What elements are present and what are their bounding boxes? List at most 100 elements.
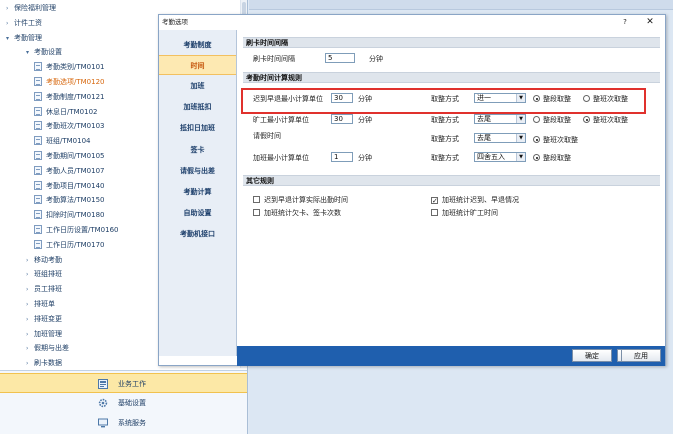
module-switcher: 业务工作 基础设置 系统服务 (0, 370, 247, 434)
help-icon[interactable]: ? (619, 15, 631, 30)
tree-item-label: 工作日历设置/TM0160 (46, 226, 119, 234)
tree-item[interactable]: 工作日历/TM0170 (34, 238, 105, 252)
radio-selected-icon (583, 116, 590, 123)
chevron-down-icon: ▼ (516, 134, 525, 142)
tree-item[interactable]: › 员工排班 (26, 282, 62, 296)
tree-item[interactable]: › 排班变更 (26, 312, 62, 326)
apply-button[interactable]: 应用 (621, 349, 661, 362)
tree-item[interactable]: › 移动考勤 (26, 253, 62, 267)
ok-button[interactable]: 确定 (572, 349, 612, 362)
tree-item[interactable]: 考勤项目/TM0140 (34, 179, 105, 193)
options-content: 刷卡时间间隔 刷卡时间间隔 5 分钟 考勤时间计算规则 迟到早退最小计算单位 3… (243, 37, 661, 337)
chk-late-actual-time[interactable]: 迟到早退计算实际出勤时间 (253, 195, 348, 205)
tree-item[interactable]: 班组/TM0104 (34, 134, 91, 148)
checkbox-label: 加班统计旷工时间 (442, 209, 498, 217)
absence-opt-segment[interactable]: 整段取整 (533, 115, 571, 125)
checkbox-icon (431, 209, 438, 216)
chevron-right-icon[interactable]: › (26, 328, 34, 342)
tree-item[interactable]: 扣除时间/TM0180 (34, 208, 105, 222)
gear-icon (98, 398, 108, 408)
chevron-down-icon[interactable]: ▾ (26, 46, 34, 60)
tree-item-label: 刷卡数据 (34, 359, 62, 368)
menu-attendance-policy[interactable]: 考勤制度 (159, 35, 236, 55)
chevron-down-icon: ▼ (516, 153, 525, 161)
chevron-right-icon[interactable]: › (26, 342, 34, 356)
attendance-options-dialog: 考勤选项 ? ✕ 考勤制度 时间 加班 加班抵扣 抵扣日加班 签卡 请假与出差 … (158, 14, 666, 366)
document-icon (34, 62, 42, 72)
tree-item[interactable]: 考勤类别/TM0101 (34, 60, 105, 74)
tree-item-label: 考勤算法/TM0150 (46, 196, 105, 205)
menu-device-interface[interactable]: 考勤机接口 (159, 224, 236, 244)
chevron-right-icon[interactable]: › (6, 2, 14, 16)
tree-item[interactable]: 考勤制度/TM0121 (34, 90, 105, 104)
annotation-highlight-box (241, 88, 646, 114)
menu-offset-day-overtime[interactable]: 抵扣日加班 (159, 118, 236, 138)
close-icon[interactable]: ✕ (643, 15, 657, 30)
tree-item-label: 员工排班 (34, 285, 62, 294)
tree-item[interactable]: 考勤算法/TM0150 (34, 193, 105, 207)
tree-item[interactable]: ▾ 考勤设置 (26, 45, 62, 59)
menu-overtime-offset[interactable]: 加班抵扣 (159, 97, 236, 117)
menu-sign-card[interactable]: 签卡 (159, 140, 236, 160)
absence-round-select[interactable]: 去尾 ▼ (474, 114, 526, 124)
chevron-right-icon[interactable]: › (26, 298, 34, 312)
tree-item[interactable]: 休息日/TM0102 (34, 105, 98, 119)
chevron-right-icon[interactable]: › (26, 268, 34, 282)
tree-item-label: 假期与出差 (34, 344, 69, 353)
document-icon (34, 195, 42, 205)
tree-item[interactable]: 考勤人员/TM0107 (34, 164, 105, 178)
chk-overtime-absence[interactable]: 加班统计旷工时间 (431, 208, 498, 218)
checkbox-icon (253, 196, 260, 203)
chevron-down-icon[interactable]: ▾ (6, 32, 14, 46)
module-basic-settings[interactable]: 基础设置 (0, 393, 247, 413)
document-icon (34, 77, 42, 86)
document-icon (34, 239, 42, 249)
tree-item-label: 工作日历/TM0170 (46, 240, 105, 249)
module-label: 业务工作 (118, 380, 146, 388)
tree-item[interactable]: › 排班单 (26, 297, 55, 311)
chk-overtime-signcard[interactable]: 加班统计欠卡、签卡次数 (253, 208, 341, 218)
leave-opt-shift[interactable]: 整班次取整 (533, 135, 578, 145)
leave-round-select[interactable]: 去尾 ▼ (474, 133, 526, 143)
module-system-service[interactable]: 系统服务 (0, 413, 247, 433)
chevron-right-icon[interactable]: › (26, 254, 34, 268)
menu-time[interactable]: 时间 (159, 55, 236, 75)
overtime-opt-segment[interactable]: 整段取整 (533, 153, 571, 163)
tree-item[interactable]: › 刷卡数据 (26, 356, 62, 368)
tree-item-label: 考勤人员/TM0107 (46, 166, 105, 175)
overtime-input[interactable]: 1 (331, 152, 353, 162)
module-label: 系统服务 (118, 419, 146, 427)
tree-item-label: 考勤类别/TM0101 (46, 63, 105, 72)
tree-item[interactable]: 工作日历设置/TM0160 (34, 223, 119, 237)
workspace-tabbar (249, 0, 673, 10)
document-icon (34, 165, 42, 175)
absence-unit: 分钟 (358, 116, 372, 124)
chevron-right-icon[interactable]: › (6, 17, 14, 31)
card-interval-input[interactable]: 5 (325, 53, 355, 63)
overtime-round-select[interactable]: 四舍五入 ▼ (474, 152, 526, 162)
chevron-right-icon[interactable]: › (26, 283, 34, 297)
absence-input[interactable]: 30 (331, 114, 353, 124)
tree-item[interactable]: › 班组排班 (26, 267, 62, 281)
tree-item[interactable]: › 加班管理 (26, 327, 62, 341)
tree-item[interactable]: ▾ 考勤管理 (6, 31, 42, 45)
chevron-right-icon[interactable]: › (26, 313, 34, 327)
tree-item-label: 考勤期间/TM0105 (46, 152, 105, 160)
tree-item-label: 考勤选项/TM0120 (46, 78, 105, 86)
absence-opt-shift[interactable]: 整班次取整 (583, 115, 628, 125)
menu-self-service[interactable]: 自助设置 (159, 203, 236, 223)
radio-selected-icon (533, 154, 540, 161)
menu-leave-travel[interactable]: 请假与出差 (159, 161, 236, 181)
menu-attendance-calc[interactable]: 考勤计算 (159, 182, 236, 202)
chk-overtime-late[interactable]: ✓ 加班统计迟到、早退情况 (431, 195, 519, 205)
tree-item[interactable]: › 保险福利管理 (6, 1, 56, 15)
chevron-right-icon[interactable]: › (26, 357, 34, 368)
tree-item[interactable]: 考勤选项/TM0120 (34, 75, 105, 89)
tree-item[interactable]: › 计件工资 (6, 16, 42, 30)
checkbox-label: 加班统计迟到、早退情况 (442, 196, 519, 204)
tree-item[interactable]: 考勤期间/TM0105 (34, 149, 105, 163)
tree-item[interactable]: 考勤班次/TM0103 (34, 119, 105, 133)
menu-overtime[interactable]: 加班 (159, 76, 236, 96)
tree-item[interactable]: › 假期与出差 (26, 341, 69, 355)
module-business-work[interactable]: 业务工作 (0, 373, 247, 393)
